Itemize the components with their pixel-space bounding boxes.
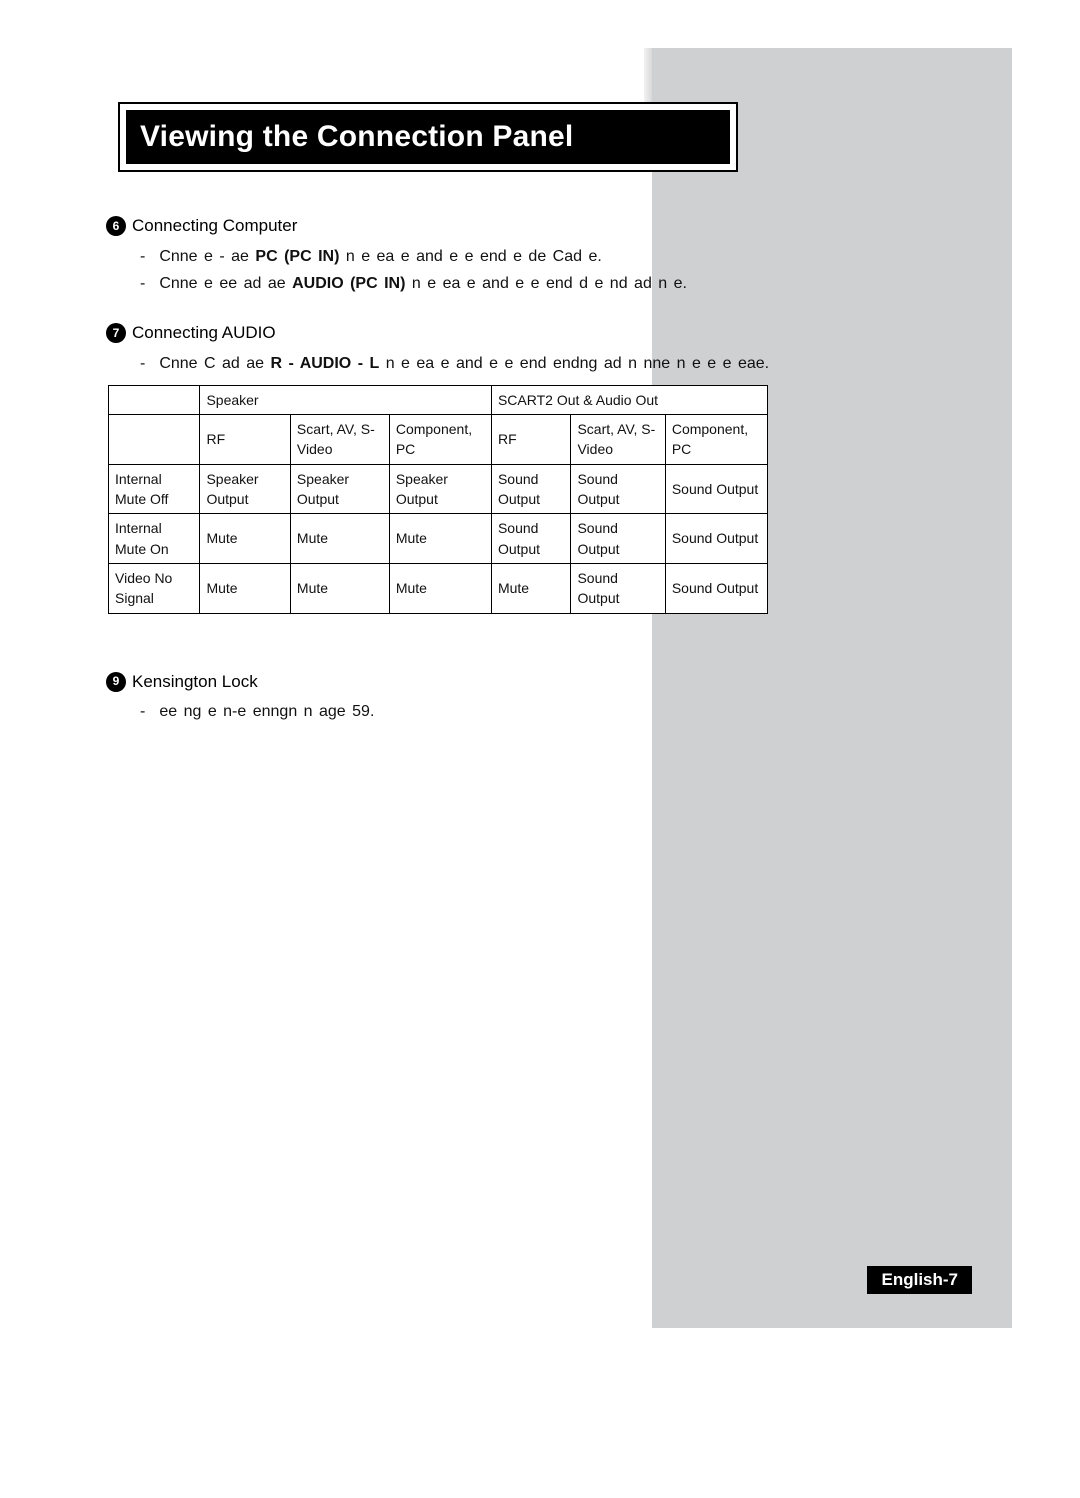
table-cell: Scart, AV, S-Video [290, 415, 389, 465]
dash-icon: - [140, 700, 145, 723]
dash-list: - ee ng e n-e enngn n age 59. [106, 700, 786, 723]
table-cell: Component, PC [665, 415, 767, 465]
row-label: Internal Mute Off [109, 464, 200, 514]
table-cell: Sound Output [571, 464, 665, 514]
table-cell: Mute [389, 514, 491, 564]
section-6: 6 Connecting Computer - Cnne e - ae PC (… [106, 214, 786, 295]
table-cell: Mute [389, 563, 491, 613]
list-item: - Cnne C ad ae R - AUDIO - L n e ea e an… [140, 352, 786, 375]
section-head: 6 Connecting Computer [106, 214, 786, 239]
list-item: - ee ng e n-e enngn n age 59. [140, 700, 786, 723]
dash-icon: - [140, 245, 145, 268]
section-7: 7 Connecting AUDIO - Cnne C ad ae R - AU… [106, 321, 786, 614]
table-cell: RF [491, 415, 571, 465]
table-cell: Sound Output [491, 514, 571, 564]
table-cell: Component, PC [389, 415, 491, 465]
page-number: English-7 [867, 1266, 972, 1294]
list-item: - Cnne e - ae PC (PC IN) n e ea e and e … [140, 245, 786, 268]
list-item: - Cnne e ee ad ae AUDIO (PC IN) n e ea e… [140, 272, 786, 295]
row-label: Video No Signal [109, 563, 200, 613]
section-head: 7 Connecting AUDIO [106, 321, 786, 346]
table-cell: Mute [290, 514, 389, 564]
table-cell: Speaker Output [389, 464, 491, 514]
table-header-speaker: Speaker [200, 385, 492, 414]
audio-output-table: Speaker SCART2 Out & Audio Out RF Scart,… [108, 385, 768, 614]
table-row: Video No Signal Mute Mute Mute Mute Soun… [109, 563, 768, 613]
table-cell: Sound Output [665, 514, 767, 564]
dash-list: - Cnne C ad ae R - AUDIO - L n e ea e an… [106, 352, 786, 375]
table-cell: Sound Output [665, 464, 767, 514]
page-title: Viewing the Connection Panel [126, 110, 730, 164]
list-text: Cnne C ad ae R - AUDIO - L n e ea e and … [159, 352, 786, 375]
dash-icon: - [140, 352, 145, 375]
table-row: Speaker SCART2 Out & Audio Out [109, 385, 768, 414]
table-row: Internal Mute Off Speaker Output Speaker… [109, 464, 768, 514]
section-title: Kensington Lock [132, 670, 258, 695]
section-title: Connecting AUDIO [132, 321, 276, 346]
table-cell: Sound Output [571, 514, 665, 564]
table-cell [109, 385, 200, 414]
title-frame: Viewing the Connection Panel [118, 102, 738, 172]
table-row: RF Scart, AV, S-Video Component, PC RF S… [109, 415, 768, 465]
table-cell: RF [200, 415, 290, 465]
table-row: Internal Mute On Mute Mute Mute Sound Ou… [109, 514, 768, 564]
table-cell: Speaker Output [290, 464, 389, 514]
list-text: ee ng e n-e enngn n age 59. [159, 700, 786, 723]
table-cell: Mute [290, 563, 389, 613]
section-head: 9 Kensington Lock [106, 670, 786, 695]
bullet-number-icon: 7 [106, 323, 126, 343]
table-cell: Mute [491, 563, 571, 613]
section-title: Connecting Computer [132, 214, 297, 239]
list-text: Cnne e - ae PC (PC IN) n e ea e and e e … [159, 245, 786, 268]
table-cell: Scart, AV, S-Video [571, 415, 665, 465]
table-header-scart2: SCART2 Out & Audio Out [491, 385, 767, 414]
table-cell: Sound Output [665, 563, 767, 613]
dash-list: - Cnne e - ae PC (PC IN) n e ea e and e … [106, 245, 786, 295]
bullet-number-icon: 6 [106, 216, 126, 236]
page: English-7 Viewing the Connection Panel 6… [0, 0, 1080, 1498]
table-cell: Speaker Output [200, 464, 290, 514]
table-cell: Sound Output [491, 464, 571, 514]
dash-icon: - [140, 272, 145, 295]
table-cell: Mute [200, 563, 290, 613]
table-cell: Sound Output [571, 563, 665, 613]
table-cell: Mute [200, 514, 290, 564]
bullet-number-icon: 9 [106, 672, 126, 692]
section-9: 9 Kensington Lock - ee ng e n-e enngn n … [106, 670, 786, 724]
row-label: Internal Mute On [109, 514, 200, 564]
list-text: Cnne e ee ad ae AUDIO (PC IN) n e ea e a… [159, 272, 786, 295]
content-column: 6 Connecting Computer - Cnne e - ae PC (… [106, 210, 786, 749]
table-cell [109, 415, 200, 465]
